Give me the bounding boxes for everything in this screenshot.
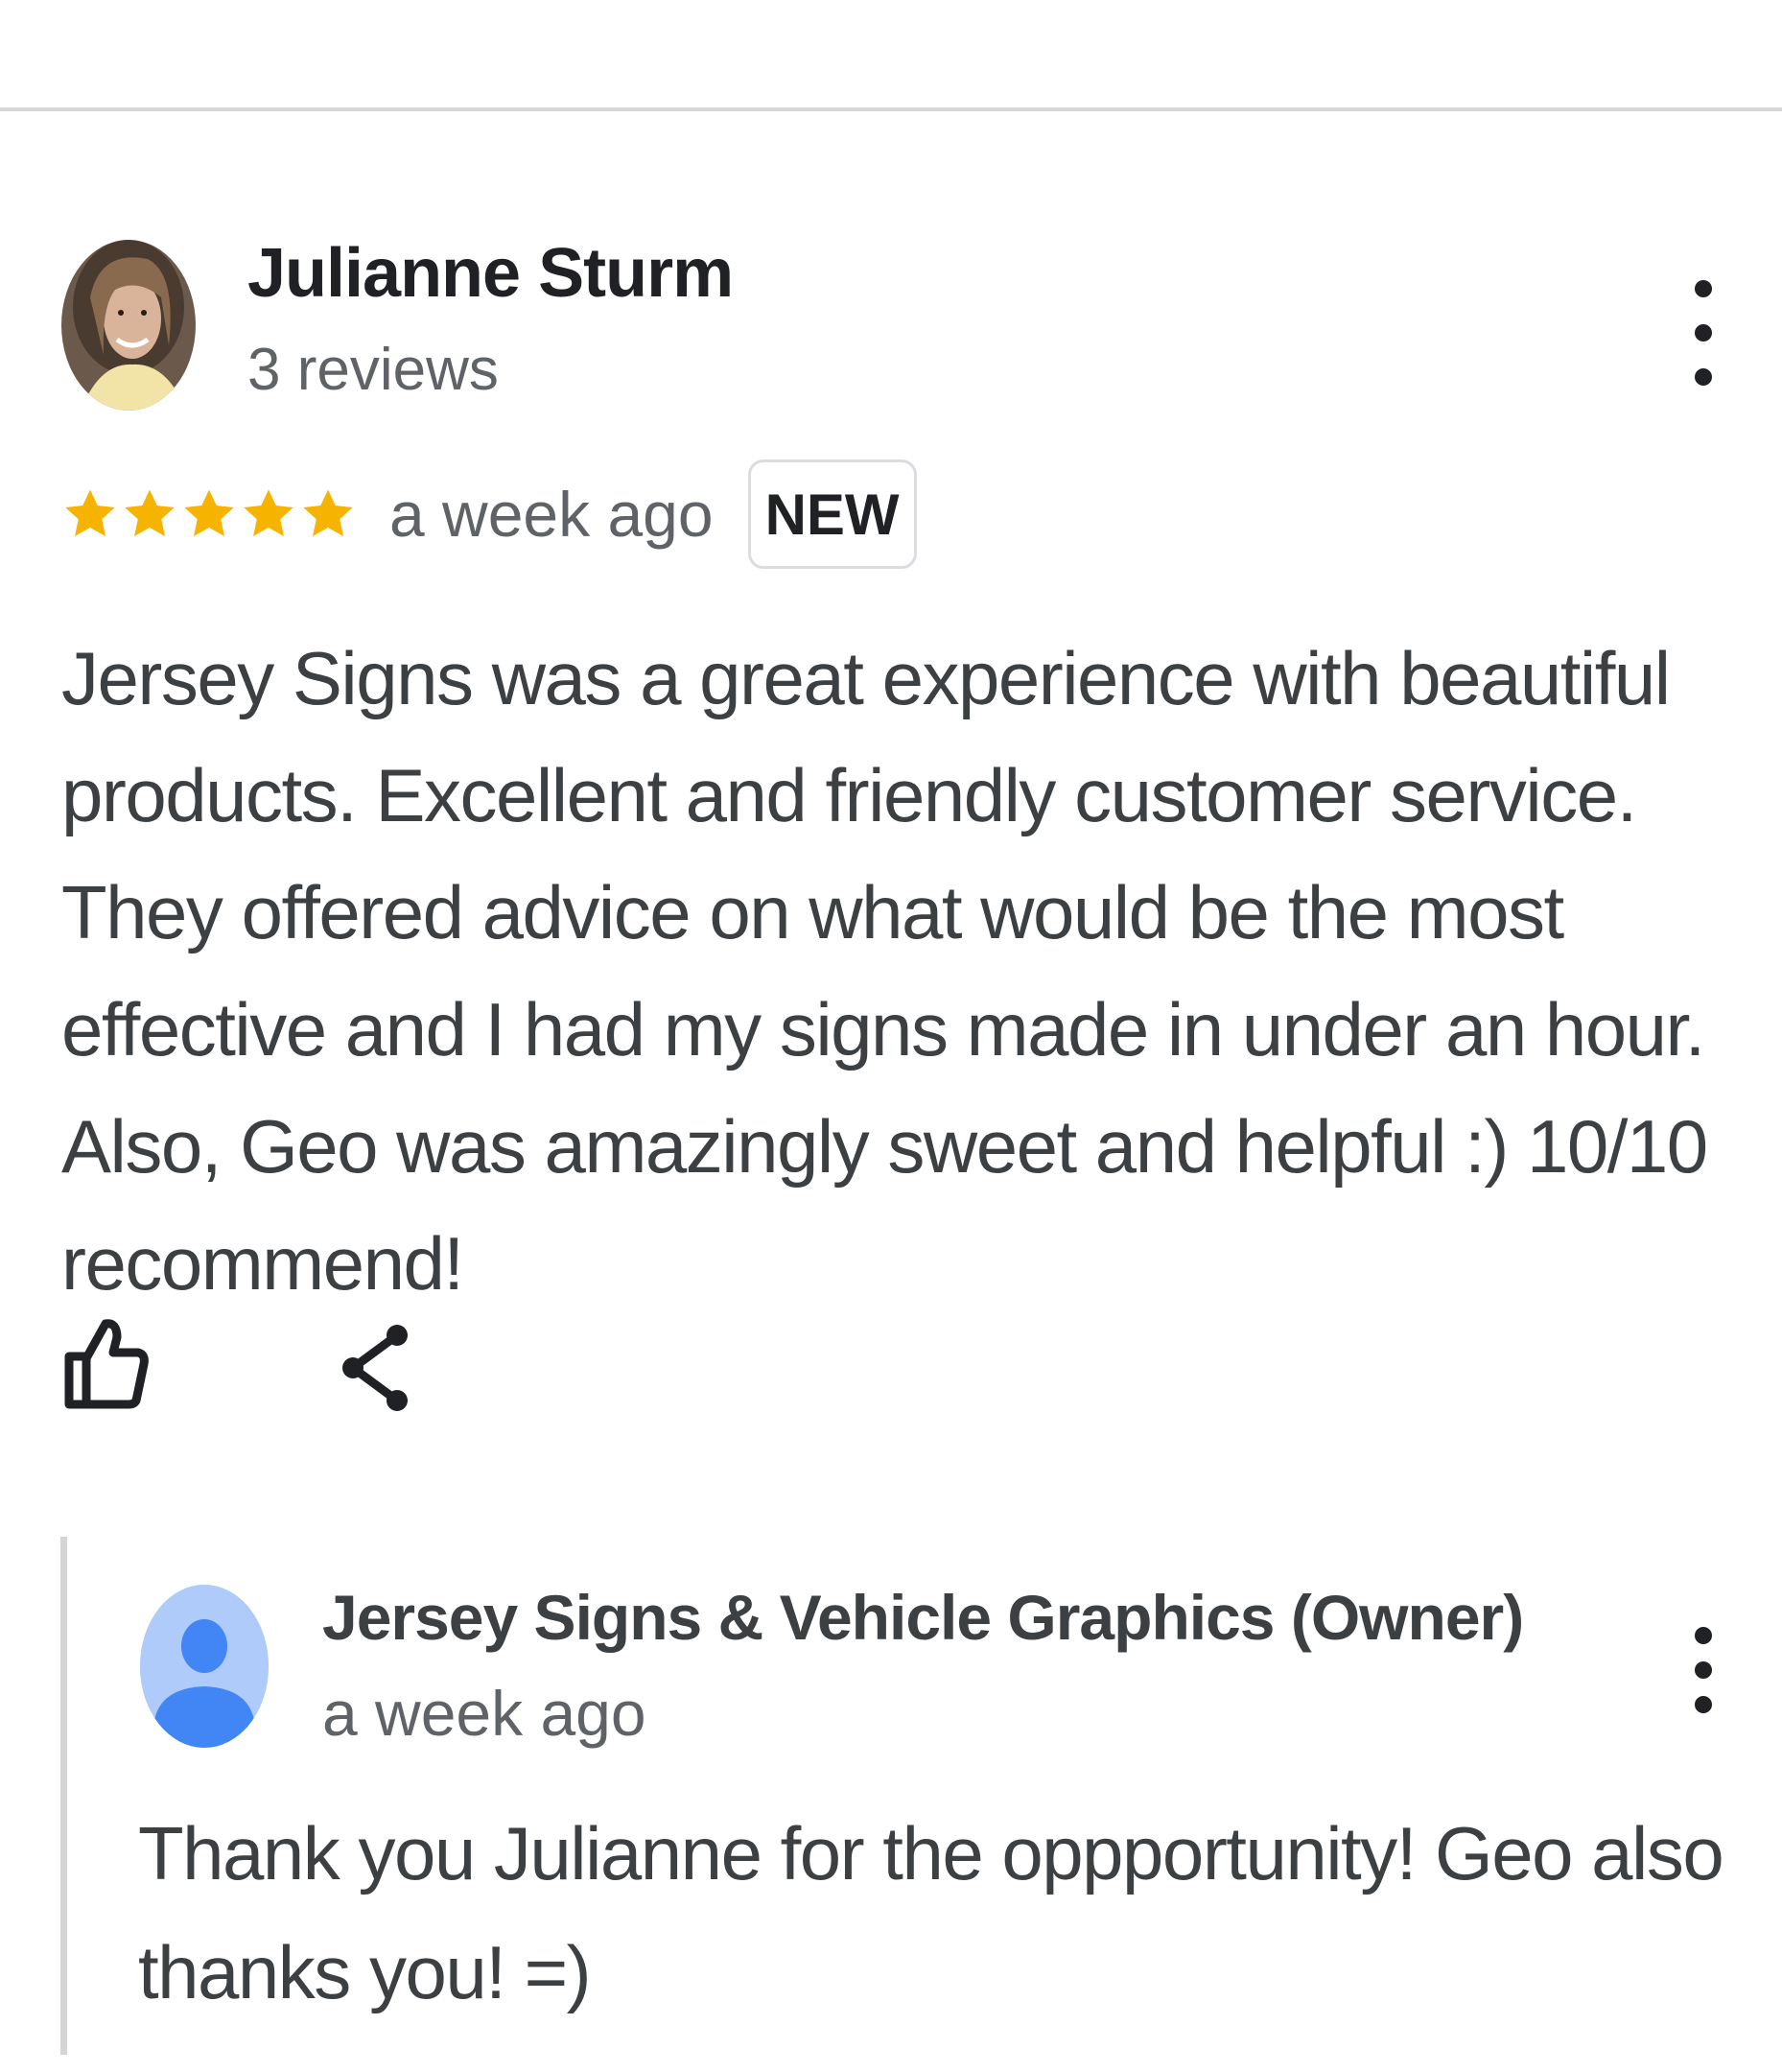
owner-reply-bar bbox=[60, 1537, 67, 2055]
rating-row: a week ago NEW bbox=[61, 457, 917, 572]
more-dot bbox=[1695, 280, 1712, 297]
star-icon bbox=[65, 489, 115, 536]
more-dot bbox=[1695, 1627, 1712, 1644]
default-user-icon bbox=[140, 1585, 269, 1748]
thumb-up-icon bbox=[64, 1319, 149, 1409]
review-time: a week ago bbox=[389, 479, 714, 550]
reviewer-avatar[interactable] bbox=[61, 240, 196, 411]
star-icon bbox=[303, 489, 353, 536]
share-button[interactable] bbox=[338, 1322, 414, 1414]
reviewer-name[interactable]: Julianne Sturm bbox=[247, 234, 734, 313]
more-dot bbox=[1695, 1661, 1712, 1679]
owner-avatar[interactable] bbox=[140, 1585, 269, 1748]
more-dot bbox=[1695, 368, 1712, 386]
share-icon bbox=[342, 1325, 408, 1411]
like-button[interactable] bbox=[63, 1314, 150, 1410]
owner-reply-time: a week ago bbox=[322, 1678, 646, 1749]
reply-more-options-icon[interactable] bbox=[1684, 1627, 1723, 1713]
star-icon bbox=[125, 489, 175, 536]
more-dot bbox=[1695, 324, 1712, 341]
review-more-options-icon[interactable] bbox=[1684, 280, 1723, 386]
reviewer-review-count[interactable]: 3 reviews bbox=[247, 336, 499, 404]
star-icon bbox=[184, 489, 234, 536]
star-icon bbox=[244, 489, 293, 536]
review-card: Julianne Sturm 3 reviews a week ago NEW … bbox=[0, 0, 1782, 2072]
owner-name: Jersey Signs & Vehicle Graphics (Owner) bbox=[322, 1582, 1524, 1653]
owner-reply-text: Thank you Julianne for the oppportunity!… bbox=[138, 1811, 1724, 2014]
star-rating bbox=[61, 485, 357, 543]
review-text: Jersey Signs was a great experience with… bbox=[61, 636, 1708, 1306]
new-badge: NEW bbox=[747, 459, 917, 569]
more-dot bbox=[1695, 1696, 1712, 1713]
reviewer-photo-icon bbox=[61, 240, 196, 411]
